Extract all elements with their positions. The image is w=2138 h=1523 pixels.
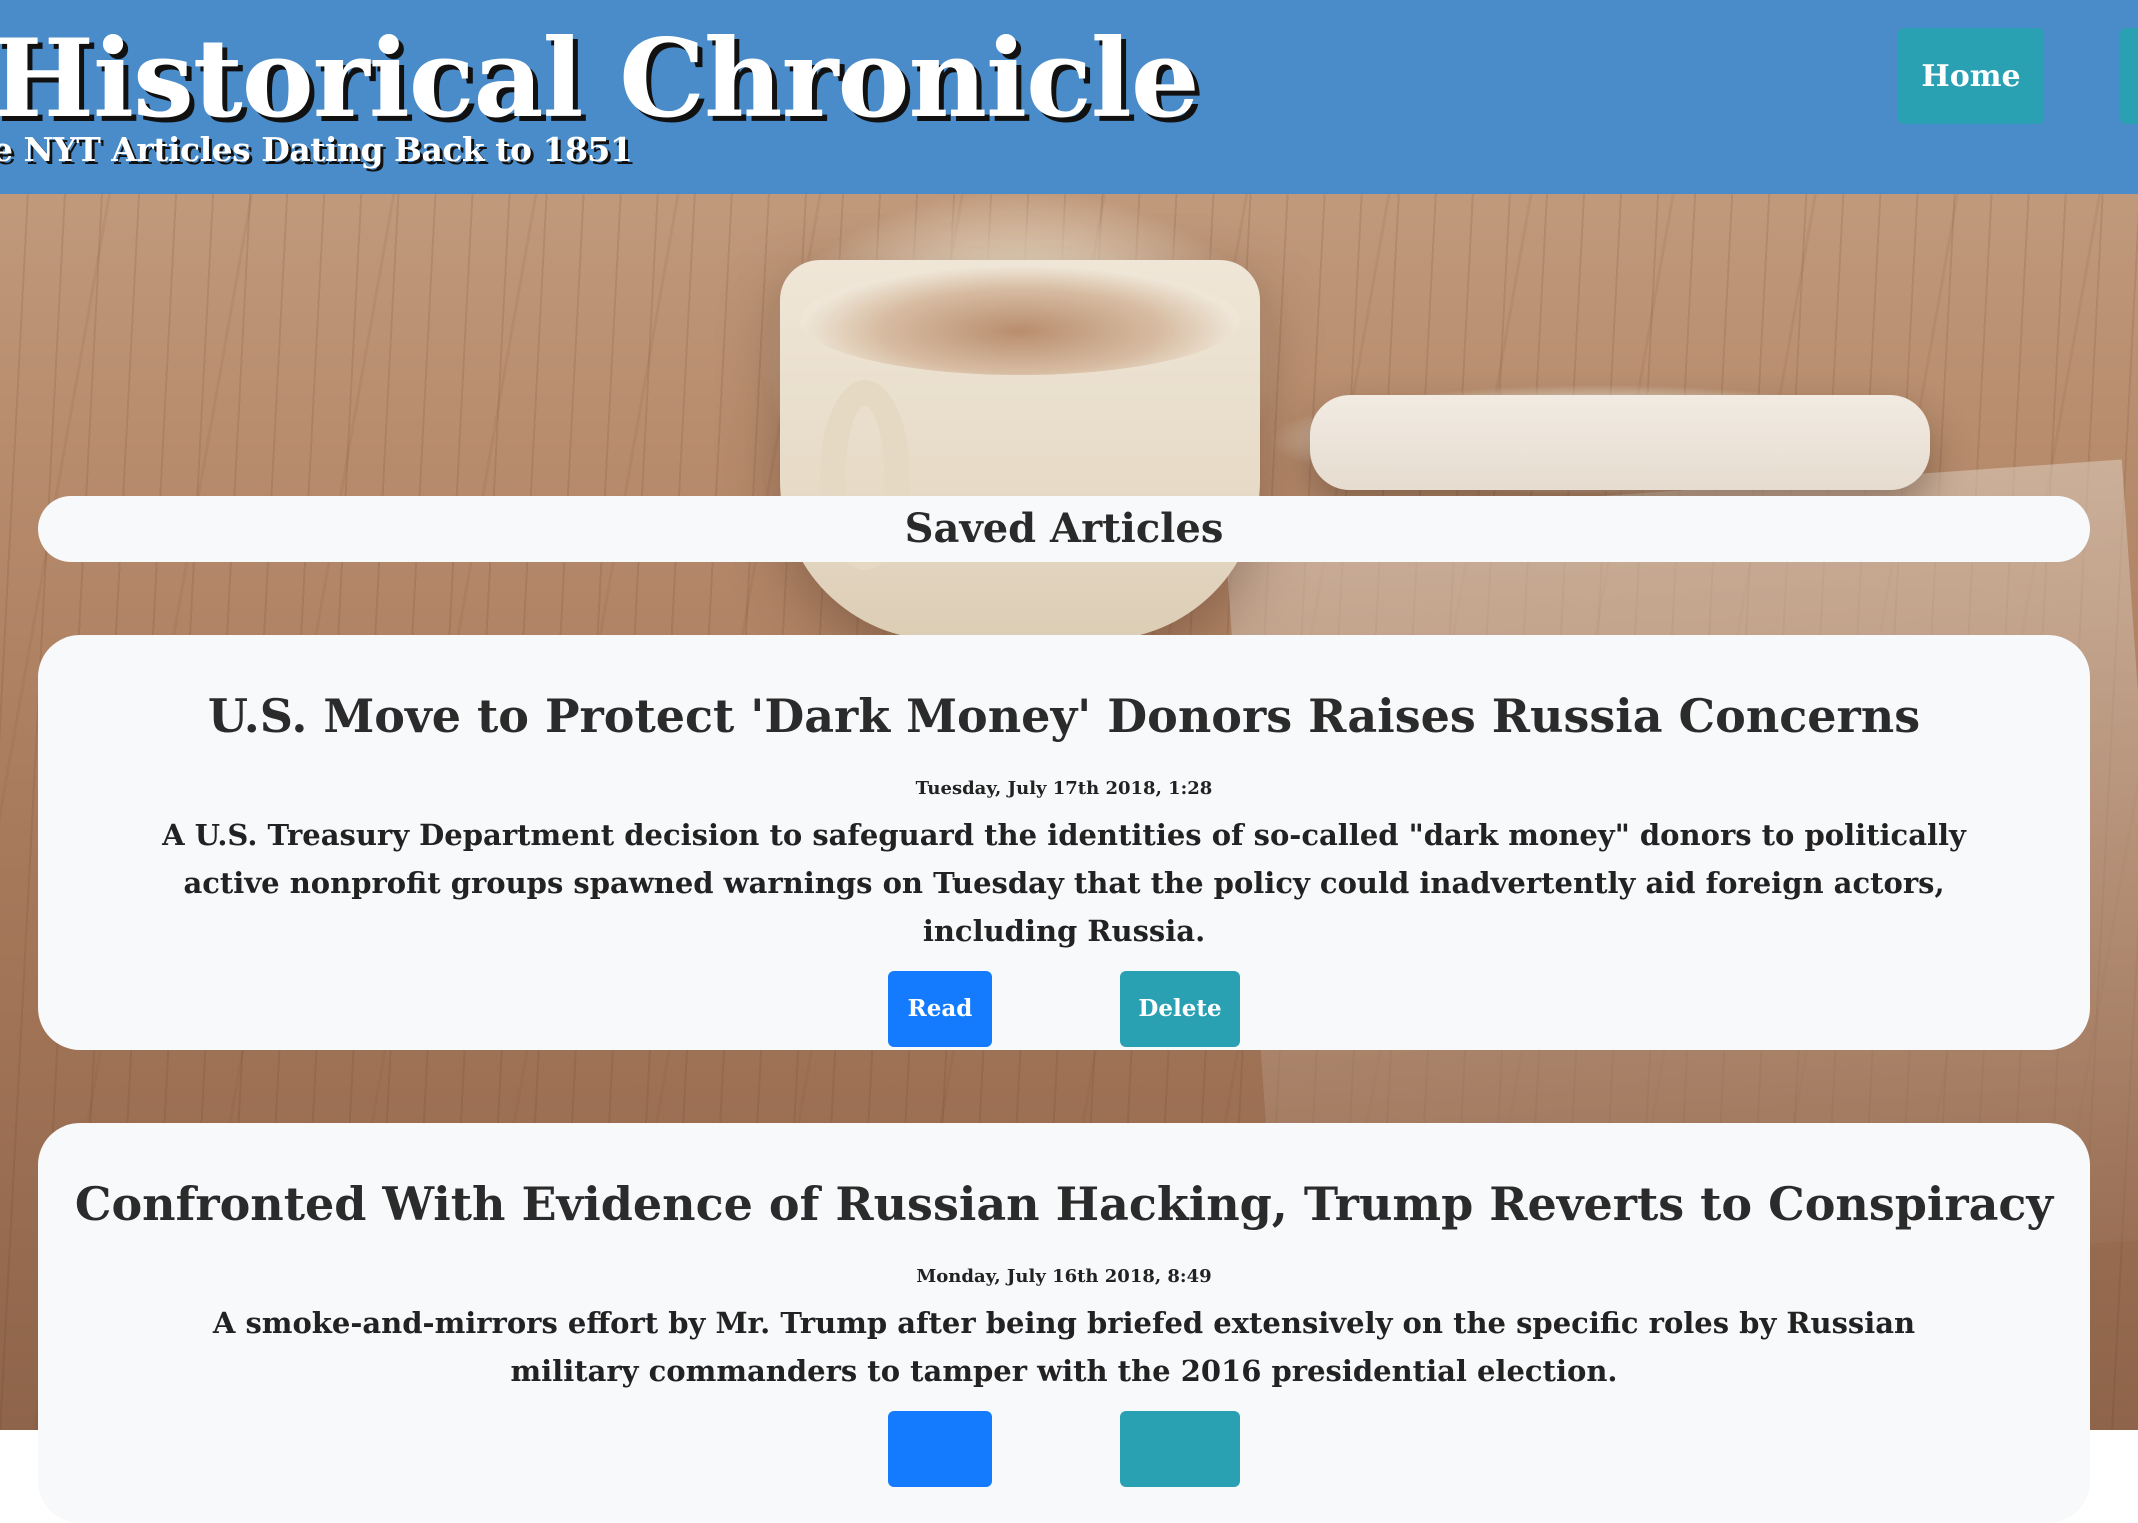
article-title: Confronted With Evidence of Russian Hack…	[74, 1177, 2054, 1231]
article-card: Confronted With Evidence of Russian Hack…	[38, 1123, 2090, 1523]
article-date: Monday, July 16th 2018, 8:49	[916, 1265, 1212, 1287]
main-content: Saved Articles U.S. Move to Protect 'Dar…	[0, 0, 2138, 1523]
read-button[interactable]	[888, 1410, 992, 1487]
site-title: Historical Chronicle	[0, 16, 1200, 142]
article-actions: Read Delete	[38, 970, 2090, 1047]
nav-home-button[interactable]: Home	[1898, 28, 2044, 124]
article-summary: A smoke-and-mirrors effort by Mr. Trump …	[212, 1305, 1916, 1388]
read-button[interactable]: Read	[888, 970, 992, 1047]
nav-saved-button[interactable]	[2120, 28, 2138, 124]
article-title: U.S. Move to Protect 'Dark Money' Donors…	[207, 689, 1921, 743]
article-summary: A U.S. Treasury Department decision to s…	[162, 817, 1966, 948]
site-header: Historical Chronicle e NYT Articles Dati…	[0, 0, 2138, 194]
article-date: Tuesday, July 17th 2018, 1:28	[915, 777, 1213, 799]
section-title: Saved Articles	[38, 496, 2090, 562]
delete-button[interactable]: Delete	[1120, 970, 1240, 1047]
site-subtitle: e NYT Articles Dating Back to 1851	[0, 130, 633, 169]
article-card: U.S. Move to Protect 'Dark Money' Donors…	[38, 635, 2090, 1050]
delete-button[interactable]	[1120, 1410, 1240, 1487]
article-actions	[38, 1410, 2090, 1487]
